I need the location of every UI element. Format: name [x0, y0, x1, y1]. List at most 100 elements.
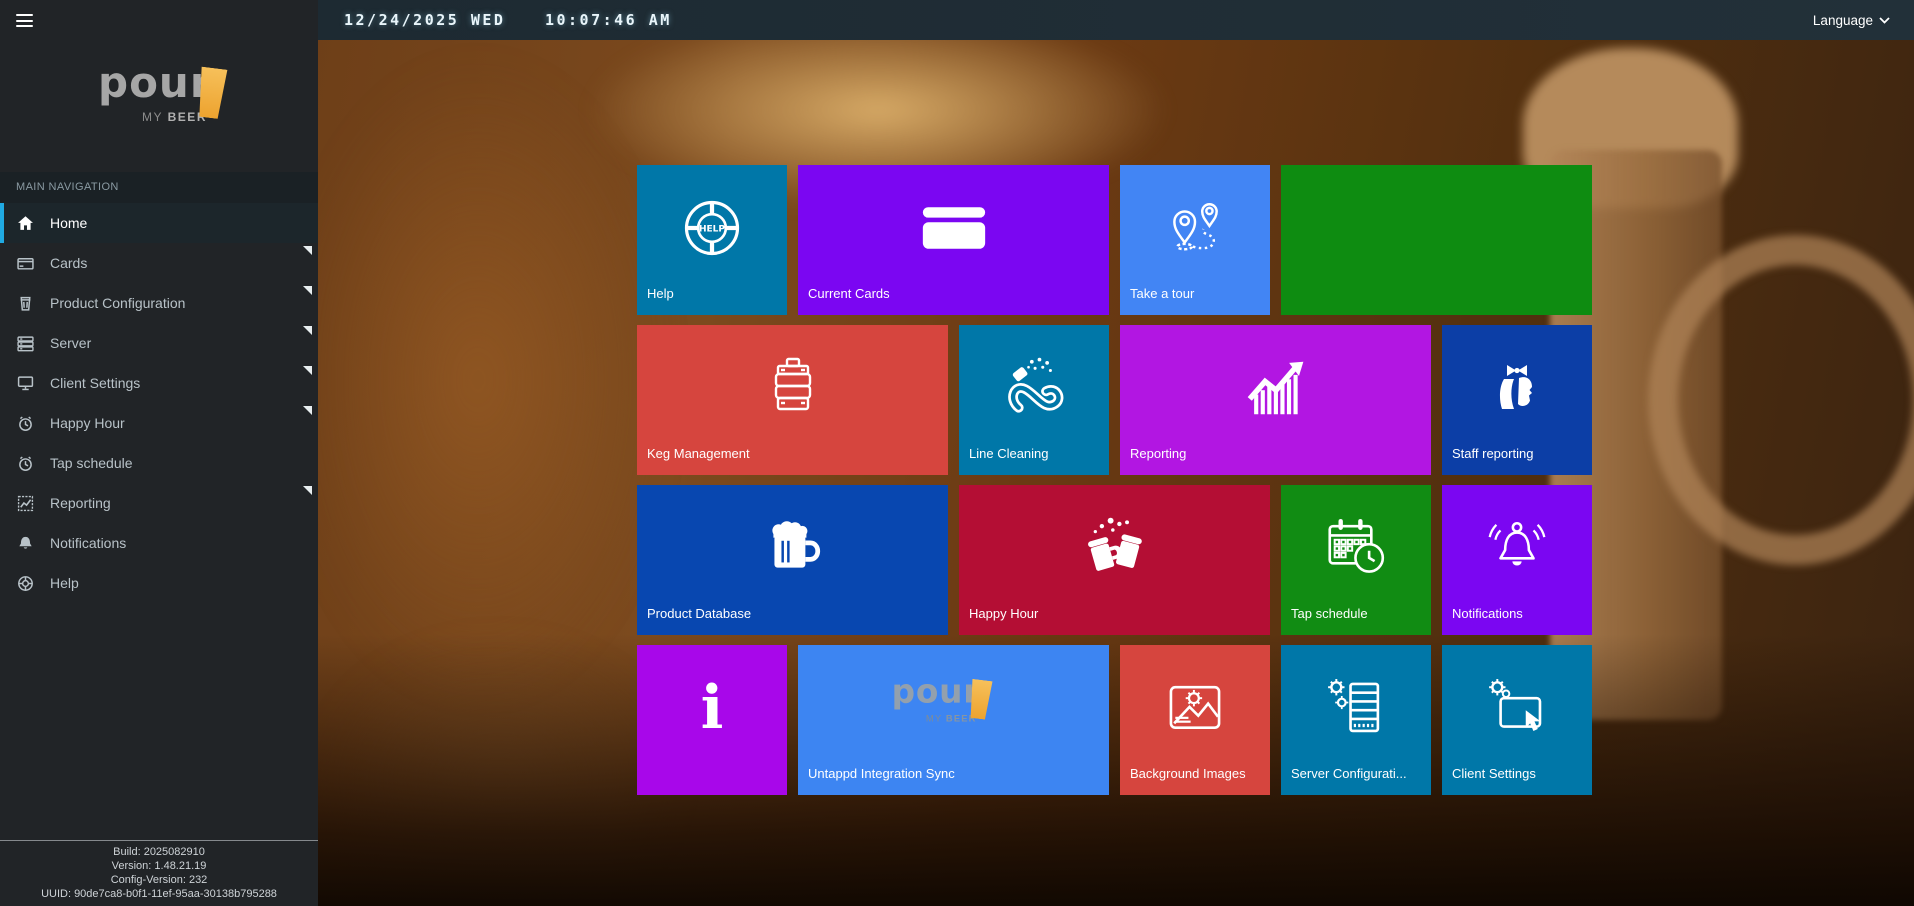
- tile-label: Client Settings: [1442, 766, 1592, 795]
- sidebar-item-happy-hour[interactable]: Happy Hour: [0, 403, 318, 443]
- submenu-caret-icon: [303, 246, 312, 255]
- tile-label: Take a tour: [1120, 286, 1270, 315]
- app-screen: 12/24/2025 WED 10:07:46 AM Language pour…: [0, 0, 1914, 906]
- background-highlight: [318, 60, 668, 700]
- language-label: Language: [1813, 13, 1873, 28]
- server-gears-icon: [1281, 645, 1431, 766]
- tile-label: Untappd Integration Sync: [798, 766, 1109, 795]
- top-bar: 12/24/2025 WED 10:07:46 AM Language: [318, 0, 1914, 40]
- tile-current-cards[interactable]: Current Cards: [798, 165, 1109, 315]
- build-line: Build: 2025082910: [0, 845, 318, 859]
- main-navigation: Home Cards Product Configuration Server …: [0, 203, 318, 603]
- logo-subtitle: MY BEER: [142, 110, 207, 124]
- tile-label: Product Database: [637, 606, 948, 635]
- tile-label: Notifications: [1442, 606, 1592, 635]
- bar-chart-arrow-icon: [1120, 325, 1431, 446]
- datetime-display: 12/24/2025 WED 10:07:46 AM: [344, 11, 672, 29]
- calendar-clock-icon: [1281, 485, 1431, 606]
- svg-text:i: i: [701, 673, 724, 743]
- sidebar-item-help[interactable]: Help: [0, 563, 318, 603]
- tile-reporting[interactable]: Reporting: [1120, 325, 1431, 475]
- sidebar-item-notifications[interactable]: Notifications: [0, 523, 318, 563]
- background-highlight: [318, 640, 678, 906]
- tile-keg-management[interactable]: Keg Management: [637, 325, 948, 475]
- sidebar-item-client-settings[interactable]: Client Settings: [0, 363, 318, 403]
- tile-label: Help: [637, 286, 787, 315]
- svg-text:HELP: HELP: [699, 224, 725, 234]
- sidebar-item-cards[interactable]: Cards: [0, 243, 318, 283]
- tile-help[interactable]: HELP Help: [637, 165, 787, 315]
- chart-icon: [17, 495, 34, 512]
- empty-tile: [1281, 165, 1592, 286]
- sidebar-item-server[interactable]: Server: [0, 323, 318, 363]
- cheers-mugs-icon: [959, 485, 1270, 606]
- submenu-caret-icon: [303, 286, 312, 295]
- beer-mug-handle: [1648, 235, 1914, 565]
- beer-glass-icon: [17, 295, 34, 312]
- tile-server-configuration[interactable]: Server Configurati...: [1281, 645, 1431, 795]
- tile-empty-green[interactable]: [1281, 165, 1592, 315]
- bell-icon: [17, 535, 34, 552]
- tablet-gears-icon: [1442, 645, 1592, 766]
- tile-label: Server Configurati...: [1281, 766, 1431, 795]
- tile-background-images[interactable]: Background Images: [1120, 645, 1270, 795]
- tile-tap-schedule[interactable]: Tap schedule: [1281, 485, 1431, 635]
- server-icon: [17, 335, 34, 352]
- nav-section-header: MAIN NAVIGATION: [0, 172, 318, 203]
- language-dropdown[interactable]: Language: [1813, 13, 1890, 28]
- menu-toggle-icon[interactable]: [16, 14, 33, 27]
- tile-grid: HELP Help Current Cards Take a tour: [637, 165, 1592, 795]
- pourmybeer-logo: pour MY BEER: [98, 62, 258, 146]
- tile-line-cleaning[interactable]: Line Cleaning: [959, 325, 1109, 475]
- config-version-line: Config-Version: 232: [0, 873, 318, 887]
- pour-logo: pour MY BEER: [798, 645, 1109, 766]
- alarm-clock-icon: [17, 455, 34, 472]
- submenu-caret-icon: [303, 326, 312, 335]
- tile-label: Staff reporting: [1442, 446, 1592, 475]
- build-info: Build: 2025082910 Version: 1.48.21.19 Co…: [0, 840, 318, 901]
- version-line: Version: 1.48.21.19: [0, 859, 318, 873]
- tile-notifications[interactable]: Notifications: [1442, 485, 1592, 635]
- beer-mug-icon: [637, 485, 948, 606]
- tile-label: Happy Hour: [959, 606, 1270, 635]
- sidebar-item-tap-schedule[interactable]: Tap schedule: [0, 443, 318, 483]
- date-text: 12/24/2025 WED: [344, 11, 505, 29]
- tile-client-settings[interactable]: Client Settings: [1442, 645, 1592, 795]
- hose-spray-icon: [959, 325, 1109, 446]
- life-ring-icon: [17, 575, 34, 592]
- keg-icon: [637, 325, 948, 446]
- submenu-caret-icon: [303, 406, 312, 415]
- map-pins-route-icon: [1120, 165, 1270, 286]
- tile-staff-reporting[interactable]: Staff reporting: [1442, 325, 1592, 475]
- logo-word: pour: [98, 58, 212, 107]
- home-icon: [17, 215, 34, 232]
- tile-label: [637, 766, 787, 795]
- sidebar-item-home[interactable]: Home: [0, 203, 318, 243]
- uuid-line: UUID: 90de7ca8-b0f1-11ef-95aa-30138b7952…: [0, 887, 318, 901]
- tile-label: Keg Management: [637, 446, 948, 475]
- tile-take-a-tour[interactable]: Take a tour: [1120, 165, 1270, 315]
- submenu-caret-icon: [303, 486, 312, 495]
- sidebar: pour MY BEER MAIN NAVIGATION Home Cards …: [0, 0, 318, 906]
- tile-untappd-integration-sync[interactable]: pour MY BEER Untappd Integration Sync: [798, 645, 1109, 795]
- tile-label: Reporting: [1120, 446, 1431, 475]
- tile-happy-hour[interactable]: Happy Hour: [959, 485, 1270, 635]
- tile-info[interactable]: i: [637, 645, 787, 795]
- image-gear-icon: [1120, 645, 1270, 766]
- waiter-icon: [1442, 325, 1592, 446]
- tile-product-database[interactable]: Product Database: [637, 485, 948, 635]
- life-ring-help-icon: HELP: [637, 165, 787, 286]
- bell-icon: [1442, 485, 1592, 606]
- chevron-down-icon: [1879, 17, 1890, 24]
- info-icon: i: [637, 645, 787, 766]
- credit-card-icon: [17, 255, 34, 272]
- monitor-icon: [17, 375, 34, 392]
- tile-label: Background Images: [1120, 766, 1270, 795]
- sidebar-item-product-configuration[interactable]: Product Configuration: [0, 283, 318, 323]
- alarm-clock-icon: [17, 415, 34, 432]
- tile-label: Line Cleaning: [959, 446, 1109, 475]
- time-text: 10:07:46 AM: [545, 11, 672, 29]
- credit-card-icon: [798, 165, 1109, 286]
- sidebar-item-reporting[interactable]: Reporting: [0, 483, 318, 523]
- tile-label: Tap schedule: [1281, 606, 1431, 635]
